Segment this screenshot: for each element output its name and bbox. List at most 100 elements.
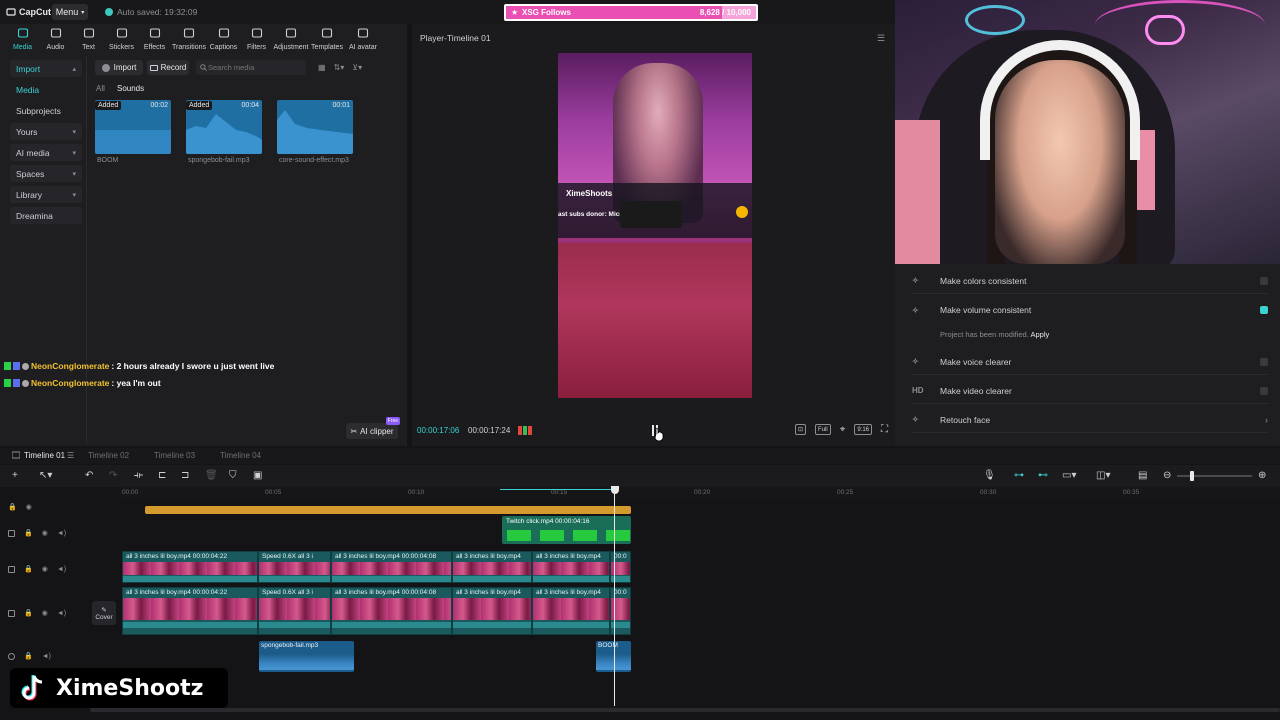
overlay-clip[interactable] (145, 506, 631, 514)
split-right-icon[interactable]: ⊐ (181, 470, 189, 481)
apply-link[interactable]: Apply (1030, 330, 1049, 339)
video-clip[interactable]: Speed 0.6X all 3 i (258, 587, 331, 635)
toolbar-effects-button[interactable]: Effects (138, 27, 171, 51)
media-card-core-sound[interactable]: 00:01 (277, 100, 353, 154)
enhance-option[interactable]: ✧ Make voice clearer (912, 349, 1268, 375)
toolbar-transitions-button[interactable]: Transitions (171, 27, 207, 51)
video-clip[interactable]: all 3 inches lil boy.mp4 00:00:04:22 (122, 587, 258, 635)
filter-all-tab[interactable]: All (96, 84, 105, 93)
lock-icon[interactable]: 🔒 (8, 503, 17, 511)
enhance-toggle[interactable] (1260, 357, 1268, 366)
redo-icon[interactable]: ↷ (109, 470, 117, 481)
delete-icon[interactable]: 🗑 (205, 470, 218, 481)
sidenav-item-subprojects[interactable]: Subprojects (10, 102, 82, 119)
crop-icon[interactable]: ⊡ (795, 424, 807, 435)
enhance-option[interactable]: ✧ Make colors consistent (912, 268, 1268, 294)
playhead[interactable] (614, 486, 615, 706)
sidenav-item-media[interactable]: Media (10, 81, 82, 98)
timeline-scrollbar[interactable] (90, 708, 1280, 712)
ai-clipper-button[interactable]: ✂ AI clipper Free (346, 417, 400, 439)
lock-icon[interactable]: 🔒 (24, 529, 33, 537)
sidenav-item-spaces[interactable]: Spaces ▾ (10, 165, 82, 182)
player-menu-icon[interactable]: ☰ (877, 33, 885, 44)
snap-icon[interactable]: ◫▾ (1096, 470, 1110, 481)
audio-clip[interactable]: spongebob-fail.mp3 (259, 641, 354, 672)
cover-button[interactable]: ✎ Cover (92, 601, 116, 625)
subtitle-icon[interactable]: ▤ (1138, 470, 1147, 481)
menu-button[interactable]: Menu ▾ (52, 4, 88, 20)
sidenav-item-library[interactable]: Library ▾ (10, 186, 82, 203)
grid-view-icon[interactable]: ▦ (318, 63, 326, 72)
toolbar-audio-button[interactable]: Audio (39, 27, 72, 51)
eye-icon[interactable]: ◉ (42, 565, 48, 573)
zoom-out-icon[interactable]: ⊖ (1163, 470, 1171, 481)
toolbar-text-button[interactable]: Text (72, 27, 105, 51)
toolbar-ai-avatar-button[interactable]: AI avatar (345, 27, 381, 51)
lock-icon[interactable]: 🔒 (24, 565, 33, 573)
toolbar-media-button[interactable]: Media (6, 27, 39, 51)
enhance-option[interactable]: ✧ Retouch face › (912, 407, 1268, 433)
toolbar-adjustment-button[interactable]: Adjustment (273, 27, 309, 51)
tab-timeline-02[interactable]: Timeline 02 (88, 451, 129, 460)
undo-icon[interactable]: ↶ (85, 470, 93, 481)
link-icon[interactable]: ⊷ (1038, 470, 1048, 481)
toolbar-filters-button[interactable]: Filters (240, 27, 273, 51)
audio-icon[interactable]: ◄) (57, 610, 66, 617)
sidenav-item-ai-media[interactable]: AI media ▾ (10, 144, 82, 161)
search-media-input[interactable] (196, 60, 306, 75)
video-clip[interactable]: all 3 inches lil boy.mp4 (532, 587, 610, 635)
shield-icon[interactable]: ⛉ (229, 470, 237, 481)
magnet-icon[interactable]: ⊶ (1014, 470, 1024, 481)
ratio-button[interactable]: 9:16 (854, 424, 873, 435)
toolbar-stickers-button[interactable]: Stickers (105, 27, 138, 51)
eye-icon[interactable]: ◉ (42, 609, 48, 617)
video-clip[interactable]: all 3 inches lil boy.mp4 00:00:04:08 (331, 551, 452, 583)
preview-axis-icon[interactable]: ▭▾ (1062, 470, 1076, 481)
screenshot-icon[interactable]: ⌖ (840, 424, 846, 435)
video-clip[interactable]: all 3 inches lil boy.mp4 00:00:04:22 (122, 551, 258, 583)
tab-timeline-04[interactable]: Timeline 04 (220, 451, 261, 460)
filter-sounds-tab[interactable]: Sounds (117, 84, 144, 93)
eye-icon[interactable]: ◉ (42, 529, 48, 537)
zoom-slider-handle[interactable] (1190, 471, 1194, 481)
lock-icon[interactable]: 🔒 (24, 652, 33, 660)
eye-icon[interactable]: ◉ (26, 503, 32, 511)
split-icon[interactable]: ⟛ (134, 470, 143, 481)
enhance-toggle[interactable] (1260, 386, 1268, 395)
twitch-clip[interactable]: Twitch click.mp4 00:00:04:16 (502, 516, 631, 544)
fullscreen-icon[interactable]: ⛶ (881, 424, 888, 435)
split-left-icon[interactable]: ⊏ (158, 470, 166, 481)
video-clip[interactable]: all 3 inches lil boy.mp4 (452, 587, 532, 635)
toolbar-captions-button[interactable]: Captions (207, 27, 240, 51)
microphone-icon[interactable]: 🎙 (983, 470, 996, 481)
record-button[interactable]: Record (147, 60, 189, 75)
playhead-handle[interactable] (611, 486, 619, 494)
tab-timeline-03[interactable]: Timeline 03 (154, 451, 195, 460)
audio-icon[interactable]: ◄) (57, 566, 66, 573)
zoom-in-icon[interactable]: ⊕ (1258, 470, 1266, 481)
sidenav-item-import[interactable]: Import ▴ (10, 60, 82, 77)
enhance-option[interactable]: HD Make video clearer (912, 378, 1268, 404)
tab-timeline-01[interactable]: Timeline 01 (24, 451, 65, 460)
select-tool-icon[interactable]: ↖▾ (39, 470, 52, 481)
audio-icon[interactable]: ◄) (42, 653, 51, 660)
video-clip[interactable]: all 3 inches lil boy.mp4 00:00:04:08 (331, 587, 452, 635)
media-card-boom[interactable]: Added 00:02 (95, 100, 171, 154)
media-card-spongebob[interactable]: Added 00:04 (186, 100, 262, 154)
import-button[interactable]: Import (95, 60, 143, 75)
toolbar-templates-button[interactable]: Templates (309, 27, 345, 51)
sidenav-item-yours[interactable]: Yours ▾ (10, 123, 82, 140)
lock-icon[interactable]: 🔒 (24, 609, 33, 617)
video-clip[interactable]: Speed 0.6X all 3 i (258, 551, 331, 583)
enhance-option[interactable]: ✧ Make volume consistent (912, 297, 1268, 323)
filter-icon[interactable]: ⊻▾ (352, 63, 362, 72)
sort-icon[interactable]: ⇅▾ (334, 63, 345, 72)
full-quality-button[interactable]: Full (815, 424, 831, 435)
audio-icon[interactable]: ◄) (57, 530, 66, 537)
video-clip[interactable]: all 3 inches lil boy.mp4 (452, 551, 532, 583)
sidenav-item-dreamina[interactable]: Dreamina (10, 207, 82, 224)
zoom-slider[interactable] (1177, 475, 1252, 477)
tab-menu-icon[interactable]: ☰ (67, 451, 74, 460)
image-icon[interactable]: ▣ (253, 470, 262, 481)
enhance-toggle[interactable] (1260, 306, 1268, 314)
